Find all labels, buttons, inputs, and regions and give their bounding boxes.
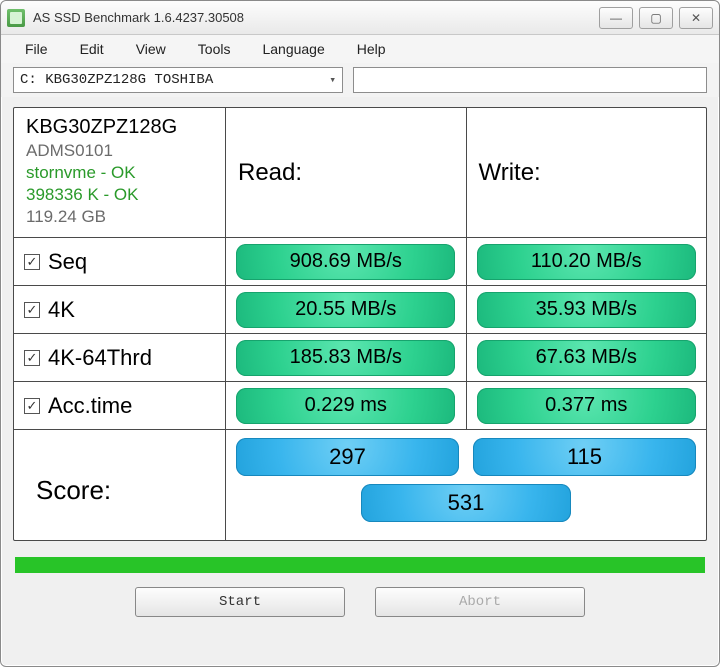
driver-status: stornvme - OK [26, 163, 213, 183]
menu-language[interactable]: Language [246, 37, 340, 61]
checkbox-4k64[interactable]: ✓ [24, 350, 40, 366]
checkbox-seq[interactable]: ✓ [24, 254, 40, 270]
start-button[interactable]: Start [135, 587, 345, 617]
minimize-icon: — [610, 11, 622, 25]
menu-edit[interactable]: Edit [64, 37, 120, 61]
4k64-read-value: 185.83 MB/s [236, 340, 455, 376]
drive-model: KBG30ZPZ128G [26, 116, 213, 139]
score-read: 297 [236, 438, 459, 476]
window-controls: — ▢ ✕ [599, 7, 713, 29]
close-icon: ✕ [691, 11, 701, 25]
score-row: Score: 297 115 531 [14, 430, 706, 540]
button-bar: Start Abort [1, 579, 719, 631]
filter-input[interactable] [353, 67, 707, 93]
score-total: 531 [361, 484, 571, 522]
checkbox-acc[interactable]: ✓ [24, 398, 40, 414]
4k64-write-value: 67.63 MB/s [477, 340, 696, 376]
test-label-4k64: 4K-64Thrd [48, 345, 152, 371]
drive-firmware: ADMS0101 [26, 141, 213, 161]
close-button[interactable]: ✕ [679, 7, 713, 29]
test-row-seq: ✓ Seq 908.69 MB/s 110.20 MB/s [14, 238, 706, 286]
progress-bar [15, 557, 705, 573]
menu-tools[interactable]: Tools [182, 37, 247, 61]
drive-capacity: 119.24 GB [26, 207, 213, 227]
read-header: Read: [226, 108, 467, 237]
toolbar: C: KBG30ZPZ128G TOSHIBA ▾ [1, 63, 719, 97]
minimize-button[interactable]: — [599, 7, 633, 29]
test-label-acc: Acc.time [48, 393, 132, 419]
maximize-icon: ▢ [650, 11, 661, 25]
drive-select-value: C: KBG30ZPZ128G TOSHIBA [20, 72, 213, 88]
score-values: 297 115 531 [226, 430, 706, 540]
window-title: AS SSD Benchmark 1.6.4237.30508 [33, 10, 244, 25]
drive-info: KBG30ZPZ128G ADMS0101 stornvme - OK 3983… [14, 108, 226, 237]
menu-help[interactable]: Help [341, 37, 402, 61]
app-icon [7, 9, 25, 27]
maximize-button[interactable]: ▢ [639, 7, 673, 29]
menu-view[interactable]: View [120, 37, 182, 61]
seq-write-value: 110.20 MB/s [477, 244, 696, 280]
test-row-acc: ✓ Acc.time 0.229 ms 0.377 ms [14, 382, 706, 430]
seq-read-value: 908.69 MB/s [236, 244, 455, 280]
write-header: Write: [467, 108, 707, 237]
test-label-seq: Seq [48, 249, 87, 275]
test-row-4k64: ✓ 4K-64Thrd 185.83 MB/s 67.63 MB/s [14, 334, 706, 382]
score-write: 115 [473, 438, 696, 476]
abort-button: Abort [375, 587, 585, 617]
menubar: File Edit View Tools Language Help [1, 35, 719, 63]
4k-read-value: 20.55 MB/s [236, 292, 455, 328]
chevron-down-icon: ▾ [329, 73, 336, 87]
titlebar: AS SSD Benchmark 1.6.4237.30508 — ▢ ✕ [1, 1, 719, 35]
alignment-status: 398336 K - OK [26, 185, 213, 205]
score-label: Score: [24, 465, 123, 506]
drive-select[interactable]: C: KBG30ZPZ128G TOSHIBA ▾ [13, 67, 343, 93]
test-row-4k: ✓ 4K 20.55 MB/s 35.93 MB/s [14, 286, 706, 334]
app-window: AS SSD Benchmark 1.6.4237.30508 — ▢ ✕ Fi… [0, 0, 720, 667]
menu-file[interactable]: File [9, 37, 64, 61]
header-row: KBG30ZPZ128G ADMS0101 stornvme - OK 3983… [14, 108, 706, 238]
test-label-4k: 4K [48, 297, 75, 323]
checkbox-4k[interactable]: ✓ [24, 302, 40, 318]
acc-write-value: 0.377 ms [477, 388, 696, 424]
acc-read-value: 0.229 ms [236, 388, 455, 424]
4k-write-value: 35.93 MB/s [477, 292, 696, 328]
results-grid: KBG30ZPZ128G ADMS0101 stornvme - OK 3983… [13, 107, 707, 541]
